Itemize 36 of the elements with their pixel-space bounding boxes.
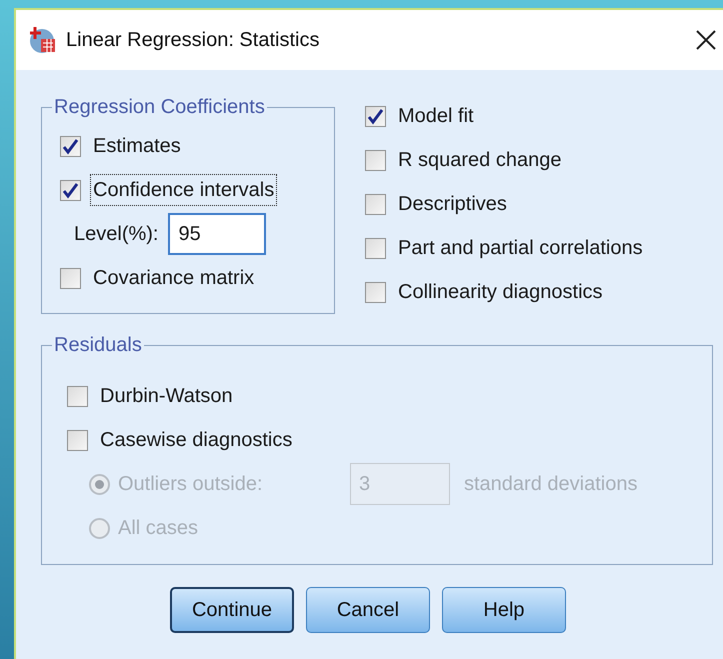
radio-label: All cases	[118, 516, 200, 541]
checkbox-label: Descriptives	[397, 192, 508, 217]
checkbox-label: R squared change	[397, 148, 562, 173]
radio-label: Outliers outside:	[118, 472, 264, 497]
checkbox-label: Part and partial correlations	[397, 236, 644, 261]
checkbox-label: Model fit	[397, 104, 475, 129]
field-label: Level(%):	[74, 222, 158, 247]
check-icon	[62, 182, 79, 198]
checkbox-label: Covariance matrix	[92, 266, 256, 291]
check-icon	[367, 108, 384, 124]
checkbox-label: Confidence intervals	[91, 175, 276, 205]
checkbox[interactable]	[60, 180, 81, 200]
check-icon	[62, 138, 79, 154]
checkbox[interactable]	[67, 430, 88, 450]
close-icon[interactable]	[695, 29, 717, 51]
checkbox-label: Estimates	[92, 134, 182, 159]
checkbox[interactable]	[365, 238, 386, 258]
checkbox[interactable]	[365, 194, 386, 214]
input-field[interactable]: 95	[168, 213, 266, 255]
checkbox[interactable]	[365, 282, 386, 302]
checkbox-label: Collinearity diagnostics	[397, 280, 604, 305]
checkbox[interactable]	[365, 150, 386, 170]
checkbox-label: Durbin-Watson	[99, 384, 234, 409]
checkbox[interactable]	[60, 268, 81, 288]
dialog-button[interactable]: Continue	[170, 587, 294, 633]
dialog-button[interactable]: Help	[442, 587, 566, 633]
checkbox[interactable]	[365, 106, 386, 126]
group-title: Regression Coefficients	[53, 95, 266, 120]
window-title: Linear Regression: Statistics	[66, 28, 320, 53]
checkbox-label: Casewise diagnostics	[99, 428, 294, 453]
checkbox[interactable]	[60, 136, 81, 156]
checkbox[interactable]	[67, 386, 88, 406]
app-icon	[28, 25, 58, 55]
group-title: Residuals	[53, 333, 143, 358]
dialog-button[interactable]: Cancel	[306, 587, 430, 633]
field-suffix: standard deviations	[464, 472, 638, 497]
